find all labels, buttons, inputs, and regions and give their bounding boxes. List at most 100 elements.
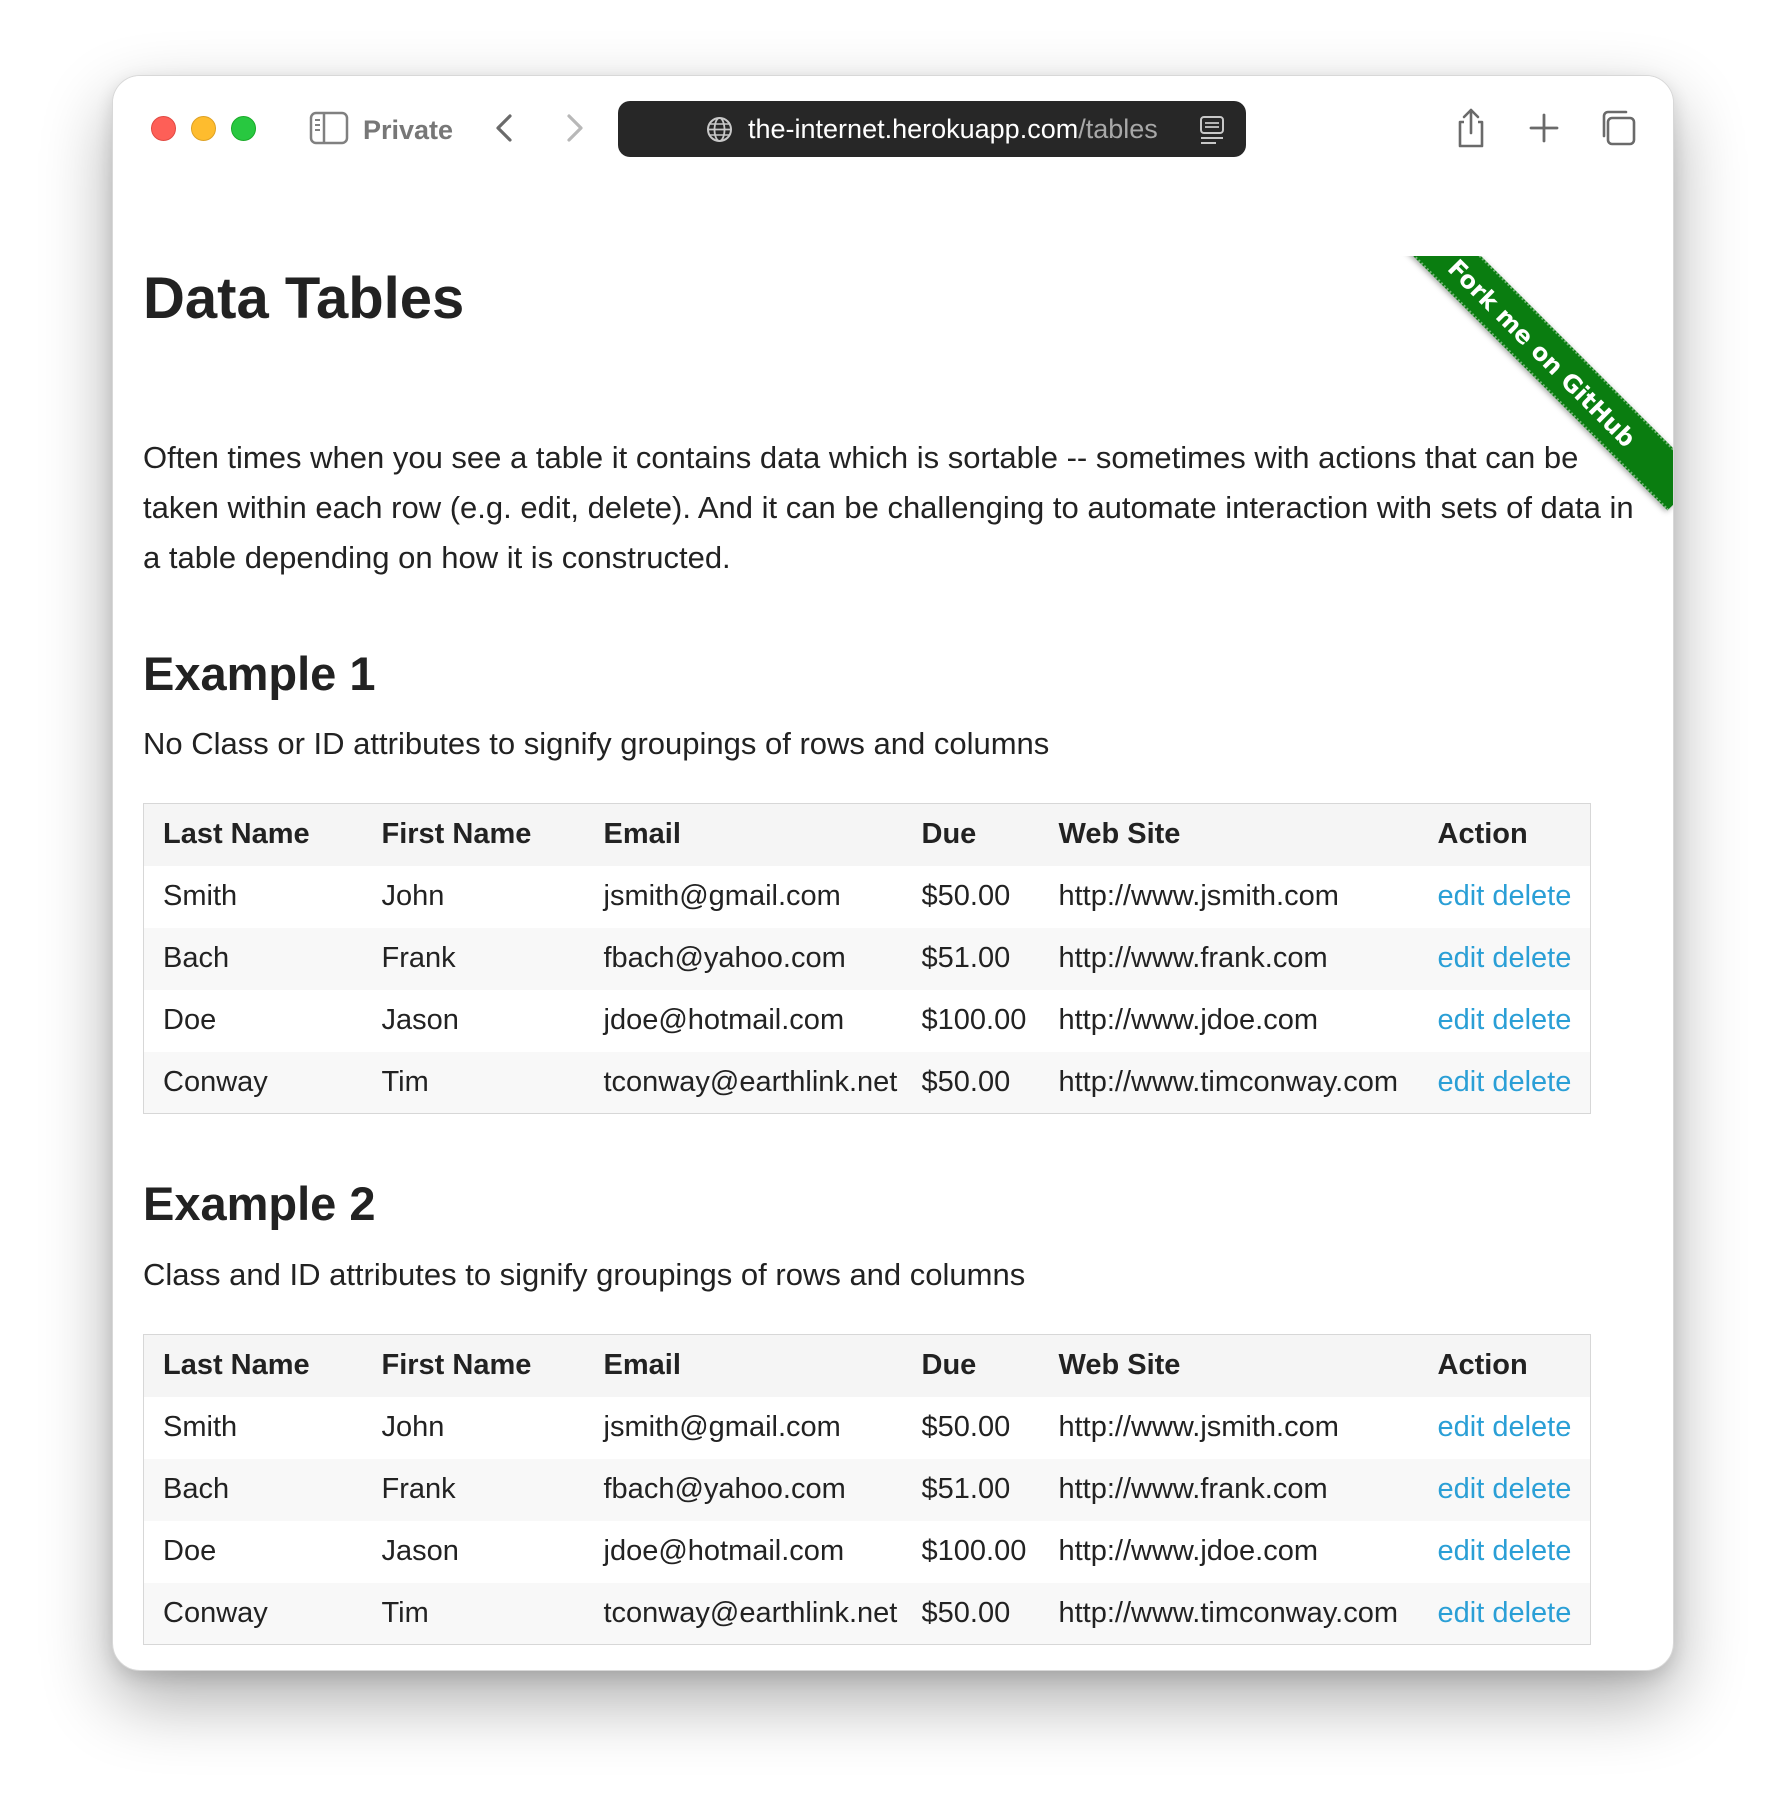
edit-link[interactable]: edit bbox=[1438, 942, 1485, 974]
delete-link[interactable]: delete bbox=[1492, 1597, 1571, 1629]
cell-action: edit delete bbox=[1418, 1396, 1591, 1459]
cell-email: fbach@yahoo.com bbox=[584, 927, 903, 990]
cell-last-name: Smith bbox=[143, 1396, 363, 1459]
example-1-heading: Example 1 bbox=[143, 647, 376, 700]
url-host: the-internet.herokuapp.com bbox=[748, 114, 1079, 144]
header-first-name[interactable]: First Name bbox=[362, 803, 585, 866]
edit-link[interactable]: edit bbox=[1438, 880, 1485, 912]
cell-web-site: http://www.jdoe.com bbox=[1039, 1520, 1419, 1583]
cell-due: $100.00 bbox=[902, 1520, 1040, 1583]
header-web-site[interactable]: Web Site bbox=[1039, 803, 1419, 866]
cell-action: edit delete bbox=[1418, 865, 1591, 928]
cell-action: edit delete bbox=[1418, 989, 1591, 1052]
cell-due: $50.00 bbox=[902, 1396, 1040, 1459]
cell-first-name: Jason bbox=[362, 1520, 585, 1583]
table-2-header-row: Last Name First Name Email Due Web Site … bbox=[143, 1334, 1591, 1397]
cell-due: $100.00 bbox=[902, 989, 1040, 1052]
cell-first-name: Jason bbox=[362, 989, 585, 1052]
address-bar[interactable]: the-internet.herokuapp.com/tables bbox=[618, 101, 1246, 157]
cell-last-name: Bach bbox=[143, 1458, 363, 1521]
tab-overview-icon[interactable] bbox=[1596, 106, 1640, 150]
reader-mode-icon[interactable] bbox=[1198, 115, 1226, 145]
url-text: the-internet.herokuapp.com/tables bbox=[748, 101, 1158, 157]
cell-due: $50.00 bbox=[902, 1051, 1040, 1114]
cell-first-name: John bbox=[362, 865, 585, 928]
cell-first-name: Frank bbox=[362, 927, 585, 990]
edit-link[interactable]: edit bbox=[1438, 1597, 1485, 1629]
cell-last-name: Doe bbox=[143, 989, 363, 1052]
edit-link[interactable]: edit bbox=[1438, 1535, 1485, 1567]
private-mode-label: Private bbox=[363, 115, 454, 145]
header-last-name[interactable]: Last Name bbox=[143, 803, 363, 866]
cell-due: $50.00 bbox=[902, 865, 1040, 928]
cell-action: edit delete bbox=[1418, 1458, 1591, 1521]
header-last-name[interactable]: Last Name bbox=[143, 1334, 363, 1397]
cell-action: edit delete bbox=[1418, 927, 1591, 990]
edit-link[interactable]: edit bbox=[1438, 1411, 1485, 1443]
table-row: Smith John jsmith@gmail.com $50.00 http:… bbox=[143, 865, 1591, 928]
delete-link[interactable]: delete bbox=[1492, 942, 1571, 974]
share-icon[interactable] bbox=[1449, 106, 1493, 150]
header-first-name[interactable]: First Name bbox=[362, 1334, 585, 1397]
forward-button[interactable] bbox=[554, 108, 594, 148]
table-row: Doe Jason jdoe@hotmail.com $100.00 http:… bbox=[143, 989, 1591, 1052]
cell-email: jdoe@hotmail.com bbox=[584, 989, 903, 1052]
cell-last-name: Conway bbox=[143, 1582, 363, 1645]
cell-first-name: Frank bbox=[362, 1458, 585, 1521]
table-row: Conway Tim tconway@earthlink.net $50.00 … bbox=[143, 1582, 1591, 1645]
zoom-window-button[interactable] bbox=[231, 116, 256, 141]
table-row: Bach Frank fbach@yahoo.com $51.00 http:/… bbox=[143, 927, 1591, 990]
delete-link[interactable]: delete bbox=[1492, 1535, 1571, 1567]
edit-link[interactable]: edit bbox=[1438, 1004, 1485, 1036]
header-due[interactable]: Due bbox=[902, 803, 1040, 866]
delete-link[interactable]: delete bbox=[1492, 1066, 1571, 1098]
minimize-window-button[interactable] bbox=[191, 116, 216, 141]
cell-first-name: Tim bbox=[362, 1582, 585, 1645]
header-email[interactable]: Email bbox=[584, 803, 903, 866]
cell-first-name: John bbox=[362, 1396, 585, 1459]
globe-icon bbox=[706, 116, 733, 143]
cell-web-site: http://www.frank.com bbox=[1039, 927, 1419, 990]
header-due[interactable]: Due bbox=[902, 1334, 1040, 1397]
cell-first-name: Tim bbox=[362, 1051, 585, 1114]
header-email[interactable]: Email bbox=[584, 1334, 903, 1397]
cell-last-name: Smith bbox=[143, 865, 363, 928]
cell-web-site: http://www.jdoe.com bbox=[1039, 989, 1419, 1052]
delete-link[interactable]: delete bbox=[1492, 1411, 1571, 1443]
edit-link[interactable]: edit bbox=[1438, 1473, 1485, 1505]
cell-last-name: Doe bbox=[143, 1520, 363, 1583]
header-action: Action bbox=[1418, 1334, 1591, 1397]
cell-last-name: Conway bbox=[143, 1051, 363, 1114]
delete-link[interactable]: delete bbox=[1492, 1473, 1571, 1505]
new-tab-icon[interactable] bbox=[1522, 106, 1566, 150]
cell-web-site: http://www.jsmith.com bbox=[1039, 865, 1419, 928]
delete-link[interactable]: delete bbox=[1492, 880, 1571, 912]
table-2: Last Name First Name Email Due Web Site … bbox=[143, 1334, 1591, 1645]
delete-link[interactable]: delete bbox=[1492, 1004, 1571, 1036]
cell-web-site: http://www.timconway.com bbox=[1039, 1051, 1419, 1114]
edit-link[interactable]: edit bbox=[1438, 1066, 1485, 1098]
url-path: /tables bbox=[1078, 114, 1158, 144]
header-web-site[interactable]: Web Site bbox=[1039, 1334, 1419, 1397]
table-1-header-row: Last Name First Name Email Due Web Site … bbox=[143, 803, 1591, 866]
cell-email: tconway@earthlink.net bbox=[584, 1582, 903, 1645]
table-row: Bach Frank fbach@yahoo.com $51.00 http:/… bbox=[143, 1458, 1591, 1521]
example-2-heading: Example 2 bbox=[143, 1177, 376, 1230]
sidebar-toggle-icon[interactable] bbox=[309, 110, 349, 146]
browser-window: Private the-internet.herokuapp.com/table… bbox=[112, 75, 1674, 1671]
cell-email: jdoe@hotmail.com bbox=[584, 1520, 903, 1583]
cell-action: edit delete bbox=[1418, 1582, 1591, 1645]
cell-action: edit delete bbox=[1418, 1520, 1591, 1583]
cell-due: $50.00 bbox=[902, 1582, 1040, 1645]
back-button[interactable] bbox=[485, 108, 525, 148]
table-row: Doe Jason jdoe@hotmail.com $100.00 http:… bbox=[143, 1520, 1591, 1583]
cell-email: fbach@yahoo.com bbox=[584, 1458, 903, 1521]
close-window-button[interactable] bbox=[151, 116, 176, 141]
cell-web-site: http://www.frank.com bbox=[1039, 1458, 1419, 1521]
page-title: Data Tables bbox=[143, 266, 465, 331]
cell-due: $51.00 bbox=[902, 1458, 1040, 1521]
example-1-description: No Class or ID attributes to signify gro… bbox=[143, 726, 1050, 761]
cell-email: jsmith@gmail.com bbox=[584, 865, 903, 928]
header-action: Action bbox=[1418, 803, 1591, 866]
table-row: Conway Tim tconway@earthlink.net $50.00 … bbox=[143, 1051, 1591, 1114]
